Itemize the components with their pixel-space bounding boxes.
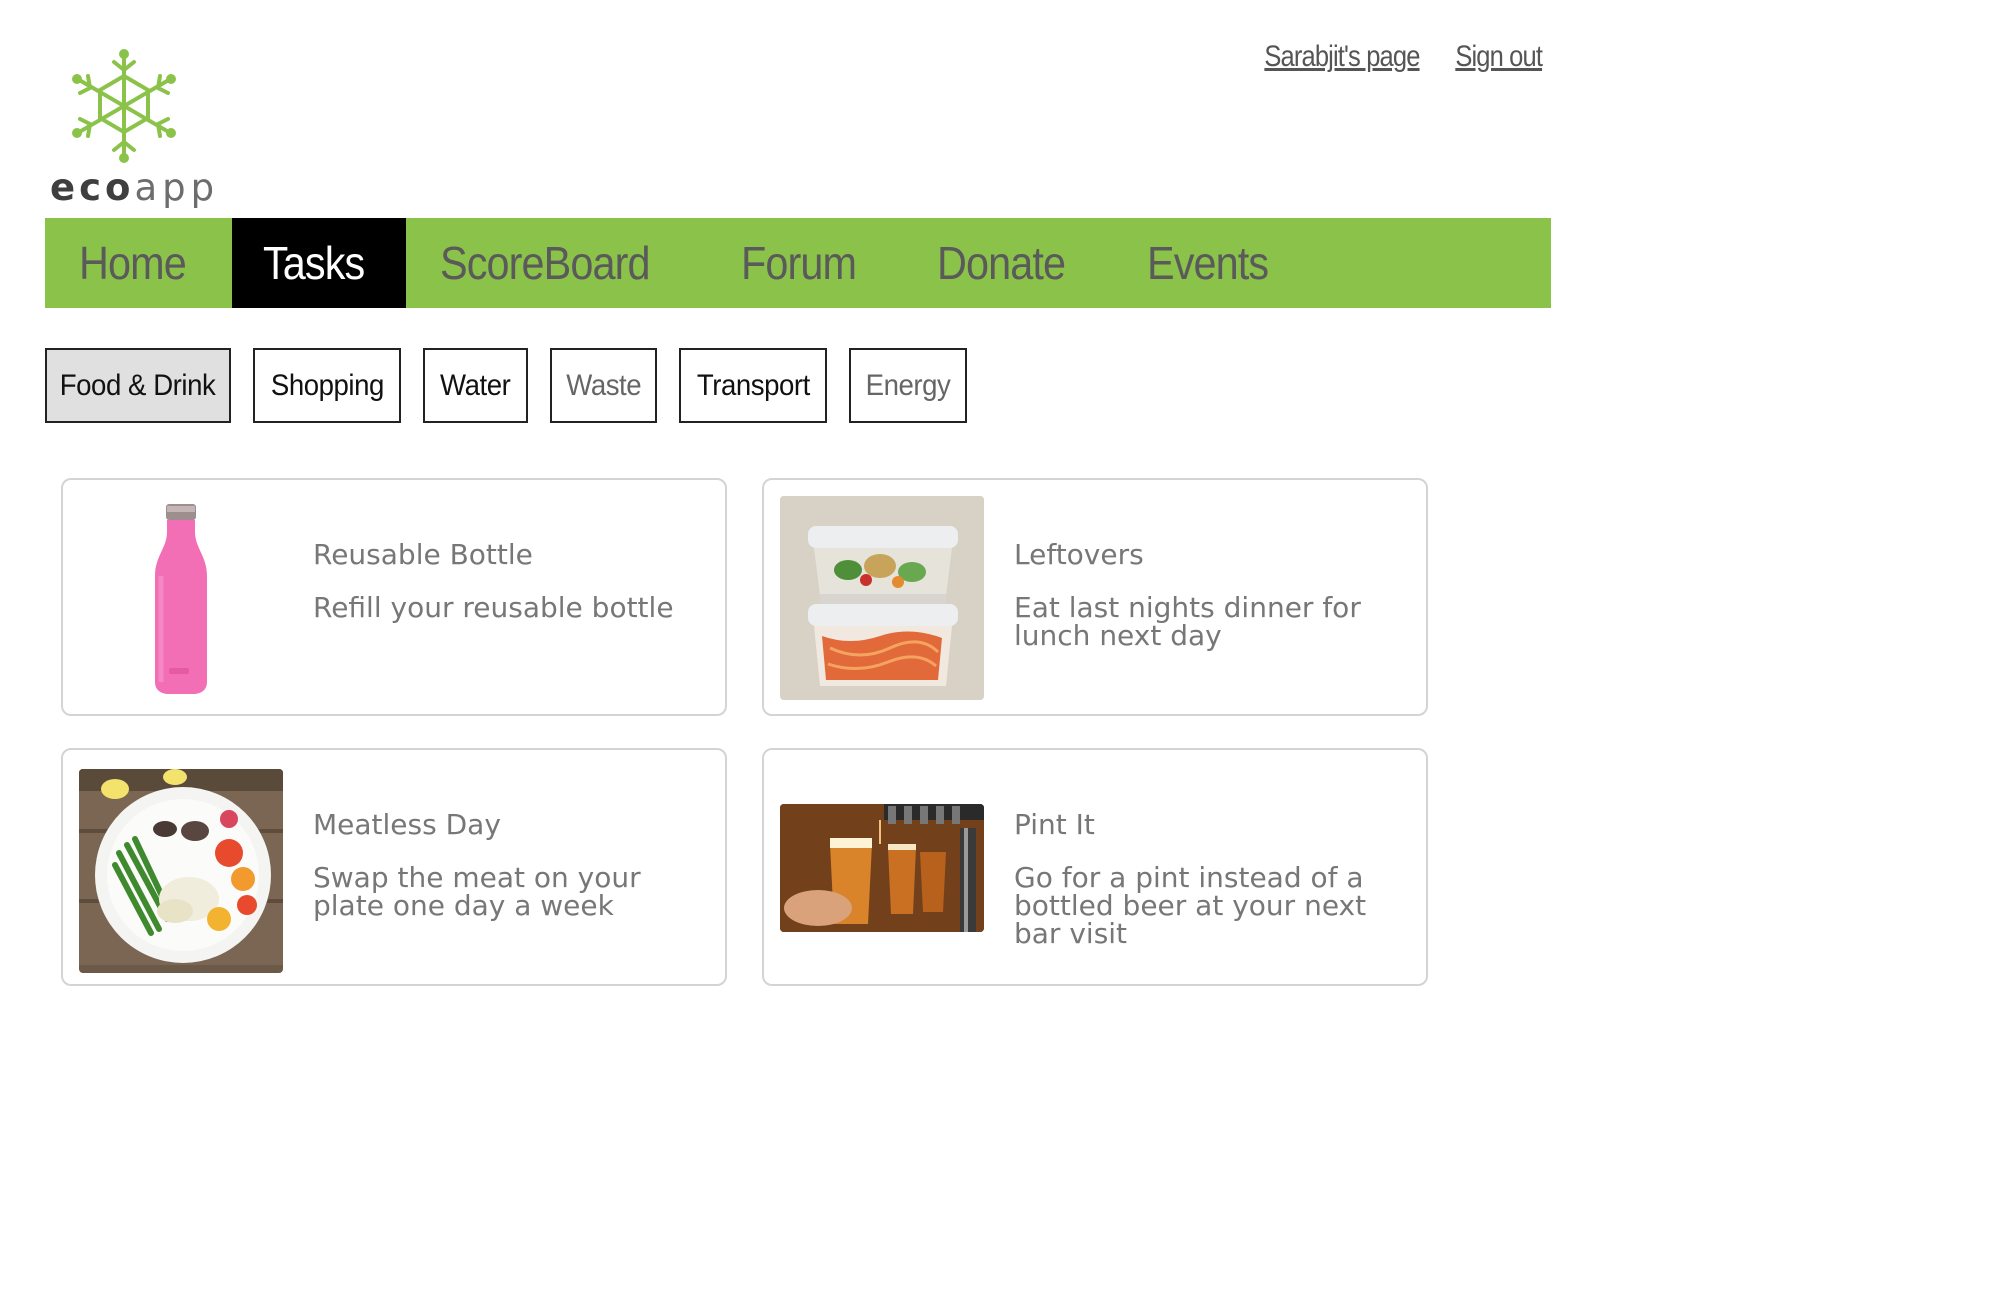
task-title: Reusable Bottle	[313, 538, 533, 571]
nav-scoreboard[interactable]: ScoreBoard	[406, 218, 707, 308]
vegetable-plate-image	[79, 769, 283, 973]
signout-link[interactable]: Sign out	[1455, 40, 1543, 74]
category-shopping[interactable]: Shopping	[253, 348, 401, 423]
nav-home[interactable]: Home	[45, 218, 232, 308]
category-food-drink[interactable]: Food & Drink	[45, 348, 231, 423]
nav-donate[interactable]: Donate	[903, 218, 1113, 308]
task-card-meatless-day[interactable]: Meatless Day Swap the meat on your plate…	[61, 748, 727, 986]
task-description: Swap the meat on your plate one day a we…	[313, 861, 641, 922]
category-tabs: Food & Drink Shopping Water Waste Transp…	[45, 348, 967, 423]
task-description: Refill your reusable bottle	[313, 591, 674, 624]
category-energy[interactable]: Energy	[849, 348, 967, 423]
nav-forum[interactable]: Forum	[707, 218, 903, 308]
beer-tap-image	[780, 804, 984, 932]
snowflake-logo-icon	[72, 49, 176, 163]
task-description: Go for a pint instead of a bottled beer …	[1014, 861, 1367, 950]
main-nav: Home Tasks ScoreBoard Forum Donate Event…	[45, 218, 1551, 308]
profile-link[interactable]: Sarabjit's page	[1265, 40, 1421, 74]
logo-wordmark: ecoapp	[50, 166, 220, 209]
nav-events[interactable]: Events	[1113, 218, 1316, 308]
leftovers-image	[780, 496, 984, 700]
category-water[interactable]: Water	[423, 348, 528, 423]
category-waste[interactable]: Waste	[550, 348, 657, 423]
task-card-leftovers[interactable]: Leftovers Eat last nights dinner for lun…	[762, 478, 1428, 716]
task-card-reusable-bottle[interactable]: Reusable Bottle Refill your reusable bot…	[61, 478, 727, 716]
nav-tasks[interactable]: Tasks	[231, 218, 407, 308]
user-links: Sarabjit's page Sign out	[1237, 40, 1543, 74]
task-card-pint-it[interactable]: Pint It Go for a pint instead of a bottl…	[762, 748, 1428, 986]
bottle-image	[79, 496, 283, 700]
ecoapp-logo[interactable]: ecoapp	[46, 44, 214, 214]
task-title: Leftovers	[1014, 538, 1144, 571]
page: ecoapp Sarabjit's page Sign out Home Tas…	[0, 0, 1568, 1021]
category-transport[interactable]: Transport	[679, 348, 827, 423]
task-title: Meatless Day	[313, 808, 501, 841]
task-title: Pint It	[1014, 808, 1095, 841]
task-description: Eat last nights dinner for lunch next da…	[1014, 591, 1361, 652]
